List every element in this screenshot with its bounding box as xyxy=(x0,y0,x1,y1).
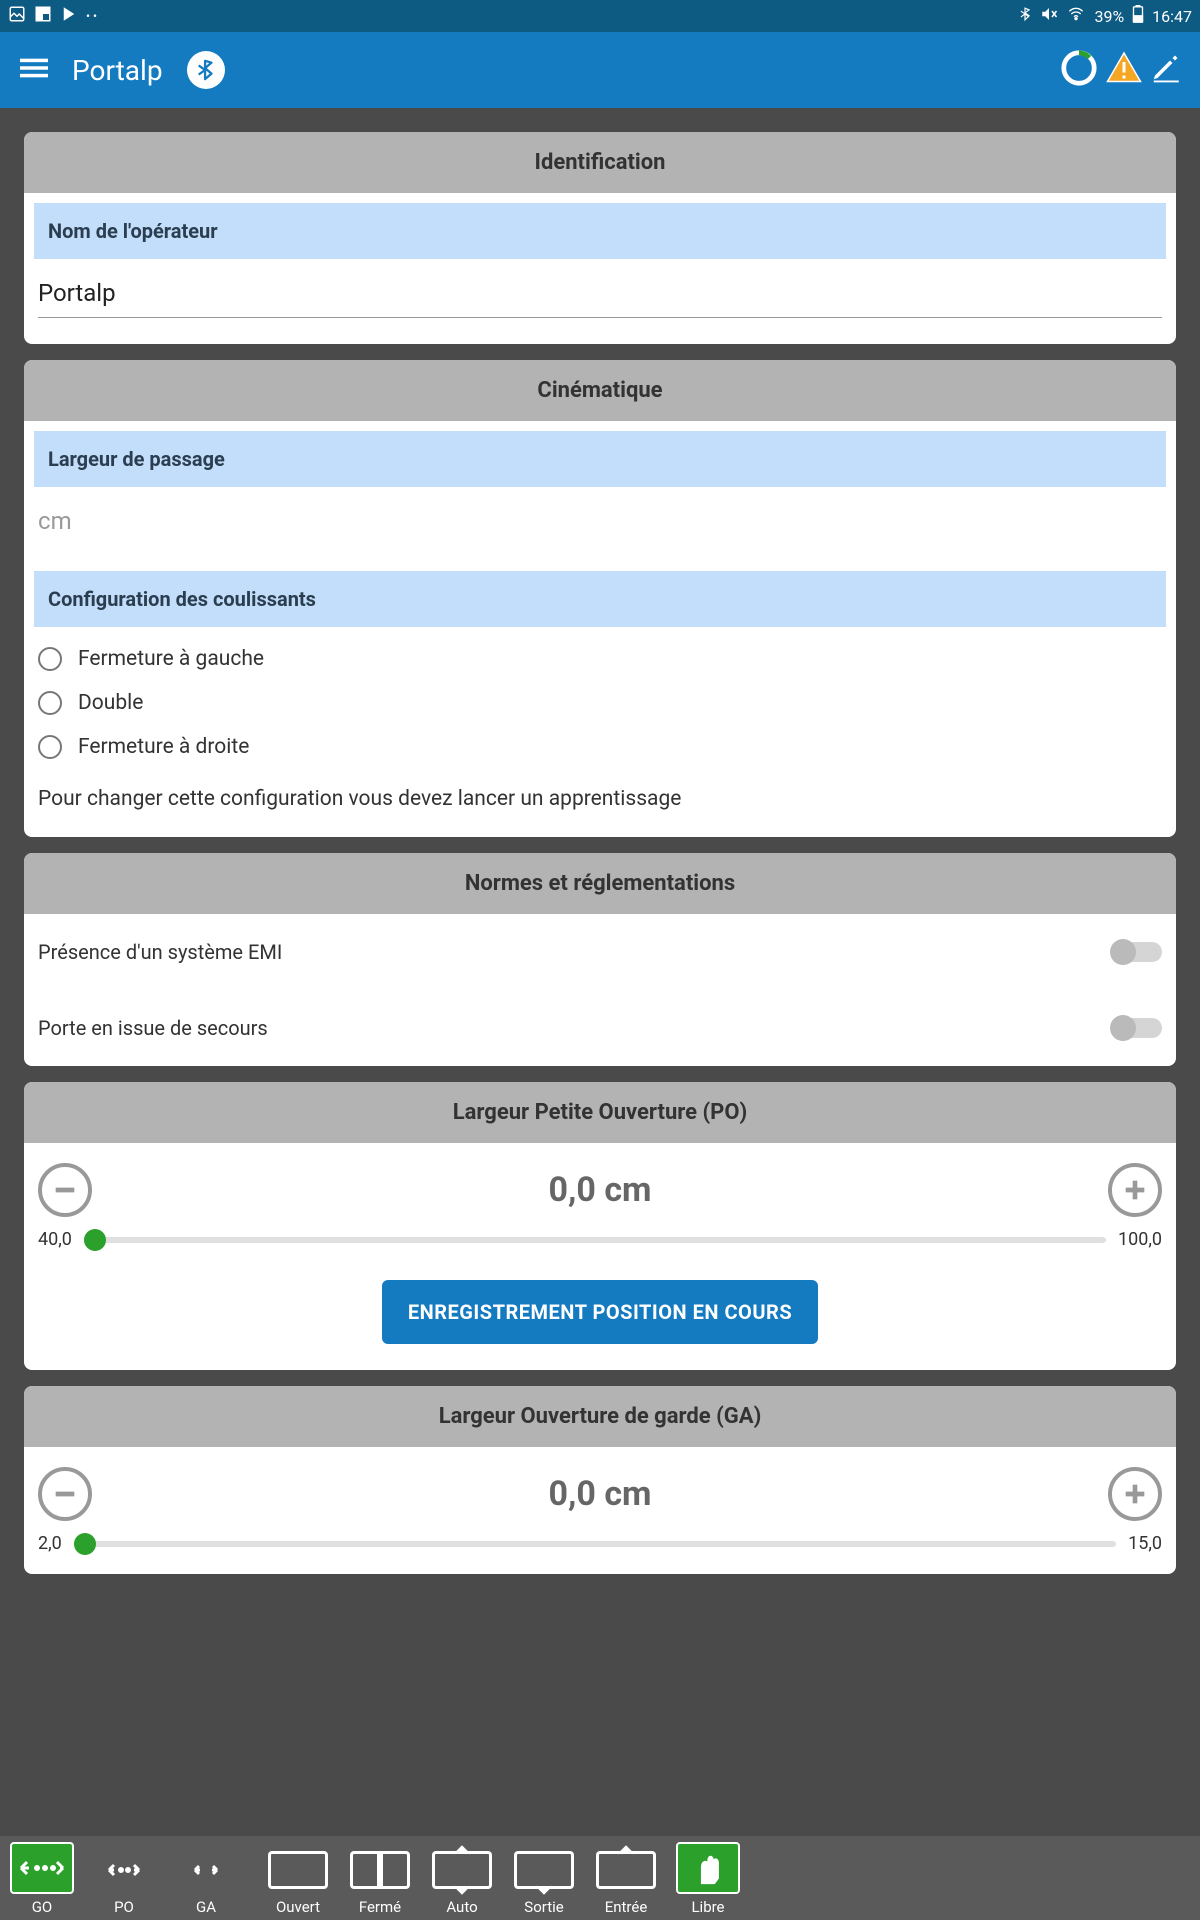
radio-right-close[interactable]: Fermeture à droite xyxy=(38,725,1162,769)
ga-slider[interactable] xyxy=(74,1541,1116,1547)
gallery-icon xyxy=(8,5,26,27)
operator-name-input[interactable] xyxy=(38,269,1162,318)
sub-header-operator: Nom de l'opérateur xyxy=(34,203,1166,259)
sub-header-width: Largeur de passage xyxy=(34,431,1166,487)
section-header: Normes et réglementations xyxy=(24,853,1176,914)
ga-max: 15,0 xyxy=(1128,1533,1162,1554)
card-cinematique: Cinématique Largeur de passage Configura… xyxy=(24,360,1176,837)
app-title: Portalp xyxy=(72,54,163,87)
wifi-icon xyxy=(1066,6,1086,26)
section-header: Identification xyxy=(24,132,1176,193)
sub-header-config: Configuration des coulissants xyxy=(34,571,1166,627)
menu-icon[interactable] xyxy=(20,54,48,86)
warning-icon[interactable] xyxy=(1106,50,1142,90)
switch-emergency: Porte en issue de secours xyxy=(24,990,1176,1066)
app-bar: Portalp xyxy=(0,32,1200,108)
play-icon xyxy=(60,5,78,27)
mode-sortie[interactable]: Sortie xyxy=(508,1846,580,1916)
label: GO xyxy=(32,1898,53,1916)
po-slider[interactable] xyxy=(84,1237,1106,1243)
label: PO xyxy=(114,1898,134,1916)
edit-icon[interactable] xyxy=(1150,53,1180,87)
main-content[interactable]: Identification Nom de l'opérateur Cinéma… xyxy=(0,108,1200,1836)
ga-min: 2,0 xyxy=(38,1533,62,1554)
card-po: Largeur Petite Ouverture (PO) 0,0 cm 40,… xyxy=(24,1082,1176,1370)
radio-icon xyxy=(38,691,62,715)
po-max: 100,0 xyxy=(1118,1229,1162,1250)
mode-entree[interactable]: Entrée xyxy=(590,1846,662,1916)
bluetooth-icon xyxy=(1018,5,1032,27)
label: Fermé xyxy=(359,1898,401,1916)
config-hint: Pour changer cette configuration vous de… xyxy=(24,769,1176,837)
po-value: 0,0 cm xyxy=(549,1170,652,1210)
dots-icon: • • xyxy=(86,9,97,23)
radio-double[interactable]: Double xyxy=(38,681,1162,725)
label: Entrée xyxy=(605,1898,648,1916)
radio-label: Fermeture à gauche xyxy=(78,647,264,671)
status-bar: • • 39% 16:47 xyxy=(0,0,1200,32)
battery-icon xyxy=(1132,5,1144,27)
po-increment-button[interactable] xyxy=(1108,1163,1162,1217)
switch-label: Présence d'un système EMI xyxy=(38,940,282,964)
radio-icon xyxy=(38,647,62,671)
po-decrement-button[interactable] xyxy=(38,1163,92,1217)
label: GA xyxy=(196,1898,216,1916)
section-header: Cinématique xyxy=(24,360,1176,421)
card-ga: Largeur Ouverture de garde (GA) 0,0 cm 2… xyxy=(24,1386,1176,1574)
ga-increment-button[interactable] xyxy=(1108,1467,1162,1521)
mode-ga[interactable]: GA xyxy=(170,1846,242,1916)
radio-label: Fermeture à droite xyxy=(78,735,249,759)
label: Sortie xyxy=(524,1898,563,1916)
passage-width-input[interactable] xyxy=(38,497,1162,545)
label: Ouvert xyxy=(276,1898,320,1916)
card-identification: Identification Nom de l'opérateur xyxy=(24,132,1176,344)
emi-toggle[interactable] xyxy=(1112,942,1162,962)
ga-value: 0,0 cm xyxy=(549,1474,652,1514)
save-position-button[interactable]: ENREGISTREMENT POSITION EN COURS xyxy=(382,1280,818,1344)
card-norms: Normes et réglementations Présence d'un … xyxy=(24,853,1176,1066)
radio-icon xyxy=(38,735,62,759)
mode-libre[interactable]: Libre xyxy=(672,1842,744,1916)
mode-go[interactable]: GO xyxy=(6,1842,78,1916)
status-time: 16:47 xyxy=(1152,7,1192,26)
label: Libre xyxy=(691,1898,724,1916)
flipboard-icon xyxy=(34,5,52,27)
bottom-bar: GO PO GA Ouvert Fermé Auto Sortie Entrée… xyxy=(0,1836,1200,1920)
bluetooth-badge-icon[interactable] xyxy=(187,51,225,89)
mode-auto[interactable]: Auto xyxy=(426,1846,498,1916)
po-min: 40,0 xyxy=(38,1229,72,1250)
progress-icon[interactable] xyxy=(1060,49,1098,91)
section-header: Largeur Petite Ouverture (PO) xyxy=(24,1082,1176,1143)
section-header: Largeur Ouverture de garde (GA) xyxy=(24,1386,1176,1447)
emergency-toggle[interactable] xyxy=(1112,1018,1162,1038)
radio-label: Double xyxy=(78,691,143,715)
mode-ferme[interactable]: Fermé xyxy=(344,1846,416,1916)
mode-ouvert[interactable]: Ouvert xyxy=(262,1846,334,1916)
label: Auto xyxy=(446,1898,477,1916)
switch-emi: Présence d'un système EMI xyxy=(24,914,1176,990)
ga-decrement-button[interactable] xyxy=(38,1467,92,1521)
mute-icon xyxy=(1040,5,1058,27)
radio-left-close[interactable]: Fermeture à gauche xyxy=(38,637,1162,681)
switch-label: Porte en issue de secours xyxy=(38,1016,268,1040)
battery-percent: 39% xyxy=(1094,7,1124,26)
mode-po[interactable]: PO xyxy=(88,1846,160,1916)
